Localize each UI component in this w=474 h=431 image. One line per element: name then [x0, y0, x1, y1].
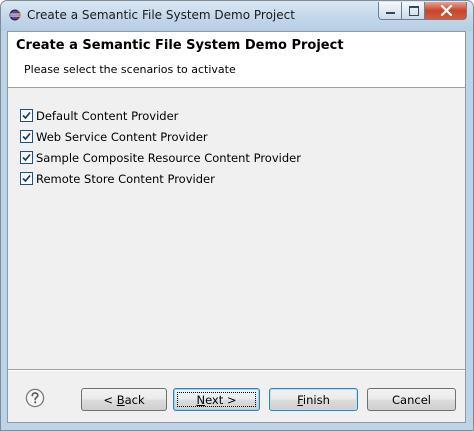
back-button[interactable]: < Back — [81, 388, 167, 411]
next-label-rest: ext > — [205, 392, 237, 407]
minimize-icon — [386, 12, 395, 14]
footer-separator — [8, 369, 465, 371]
back-prefix: < — [103, 392, 117, 407]
wizard-window: Create a Semantic File System Demo Proje… — [0, 0, 474, 431]
page-description: Please select the scenarios to activate — [24, 63, 236, 76]
checkmark-icon — [22, 174, 31, 183]
checkmark-icon — [22, 153, 31, 162]
scenario-label: Sample Composite Resource Content Provid… — [36, 150, 301, 165]
checkbox[interactable] — [20, 109, 33, 122]
scenario-remote-store-content-provider[interactable]: Remote Store Content Provider — [20, 168, 301, 189]
checkbox[interactable] — [20, 130, 33, 143]
wizard-content: Create a Semantic File System Demo Proje… — [7, 31, 466, 423]
help-icon[interactable] — [25, 388, 45, 408]
back-label-rest: ack — [124, 392, 145, 407]
scenario-sample-composite-resource-content-provider[interactable]: Sample Composite Resource Content Provid… — [20, 147, 301, 168]
checkbox[interactable] — [20, 151, 33, 164]
back-mnemonic: B — [116, 392, 125, 407]
next-button[interactable]: Next > — [173, 388, 260, 411]
scenario-list: Default Content Provider Web Service Con… — [20, 105, 301, 189]
wizard-header: Create a Semantic File System Demo Proje… — [8, 32, 465, 88]
finish-label-rest: inish — [302, 392, 330, 407]
checkbox[interactable] — [20, 172, 33, 185]
checkmark-icon — [22, 111, 31, 120]
scenario-label: Remote Store Content Provider — [36, 171, 215, 186]
eclipse-app-icon — [9, 9, 21, 21]
close-icon — [440, 4, 453, 17]
window-title: Create a Semantic File System Demo Proje… — [27, 8, 295, 22]
cancel-button[interactable]: Cancel — [367, 388, 456, 411]
scenario-default-content-provider[interactable]: Default Content Provider — [20, 105, 301, 126]
close-button[interactable] — [424, 2, 467, 20]
minimize-button[interactable] — [378, 2, 402, 20]
scenario-label: Default Content Provider — [36, 108, 179, 123]
scenario-label: Web Service Content Provider — [36, 129, 208, 144]
finish-button[interactable]: Finish — [269, 388, 358, 411]
page-title: Create a Semantic File System Demo Proje… — [16, 38, 344, 53]
checkmark-icon — [22, 132, 31, 141]
next-mnemonic: N — [196, 392, 206, 407]
scenario-web-service-content-provider[interactable]: Web Service Content Provider — [20, 126, 301, 147]
title-bar[interactable]: Create a Semantic File System Demo Proje… — [1, 1, 473, 31]
maximize-icon — [409, 6, 419, 16]
maximize-button[interactable] — [401, 2, 425, 20]
